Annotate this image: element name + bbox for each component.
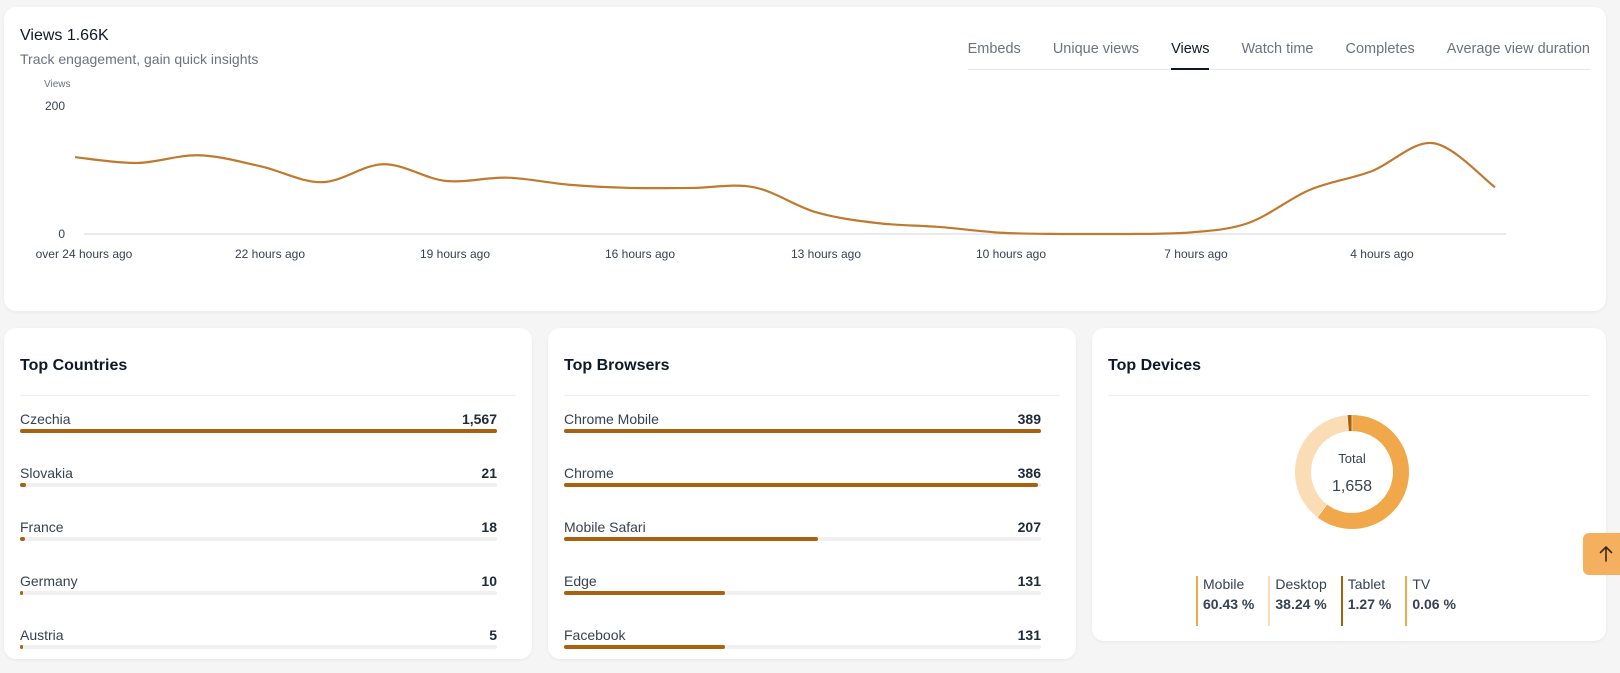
legend-item-mobile: Mobile 60.43 %: [1196, 576, 1254, 626]
progress-track: [564, 591, 1041, 595]
item-value: 21: [481, 465, 497, 481]
legend-item-desktop: Desktop 38.24 %: [1268, 576, 1326, 626]
donut-slice-desktop: [1295, 415, 1348, 517]
item-value: 389: [1018, 411, 1041, 427]
top-devices-panel: Top Devices Total1,658 Mobile 60.43 %Des…: [1092, 328, 1606, 641]
list-item: Austria 5: [20, 619, 497, 673]
scroll-to-top-button[interactable]: [1583, 533, 1620, 575]
item-label: Czechia: [20, 411, 71, 427]
list-item: Mobile Safari 207: [564, 511, 1041, 565]
browsers-list: Chrome Mobile 389 Chrome 386 Mobile Safa…: [564, 403, 1041, 673]
legend-value: 38.24 %: [1275, 596, 1326, 612]
x-tick-label: 10 hours ago: [976, 247, 1046, 261]
legend-label: Mobile: [1203, 576, 1254, 592]
y-tick-label: 0: [58, 227, 65, 241]
progress-fill: [20, 429, 497, 433]
item-label: Facebook: [564, 627, 625, 643]
views-line-chart: Views 0 200 over 24 hours ago 22 hours ago 19…: [4, 7, 1606, 311]
list-item: France 18: [20, 511, 497, 565]
progress-track: [20, 483, 497, 487]
series-line-views: [75, 143, 1495, 234]
progress-track: [564, 429, 1041, 433]
list-item: Facebook 131: [564, 619, 1041, 673]
list-item: Slovakia 21: [20, 457, 497, 511]
list-item: Chrome 386: [564, 457, 1041, 511]
divider: [20, 395, 516, 396]
progress-fill: [20, 645, 23, 649]
progress-fill: [564, 591, 725, 595]
donut-total-label: Total: [1338, 451, 1366, 466]
y-tick-label: 200: [45, 99, 65, 113]
progress-fill: [564, 429, 1041, 433]
x-tick-label: 16 hours ago: [605, 247, 675, 261]
x-tick-label: over 24 hours ago: [36, 247, 133, 261]
progress-fill: [20, 537, 25, 541]
list-item: Germany 10: [20, 565, 497, 619]
item-value: 207: [1018, 519, 1041, 535]
divider: [564, 395, 1060, 396]
progress-track: [564, 645, 1041, 649]
progress-track: [20, 645, 497, 649]
list-item: Edge 131: [564, 565, 1041, 619]
item-value: 131: [1018, 573, 1041, 589]
x-tick-label: 4 hours ago: [1350, 247, 1414, 261]
legend-label: Desktop: [1275, 576, 1326, 592]
legend-value: 60.43 %: [1203, 596, 1254, 612]
list-item: Czechia 1,567: [20, 403, 497, 457]
progress-fill: [20, 591, 23, 595]
panel-title: Top Browsers: [564, 357, 670, 375]
countries-list: Czechia 1,567 Slovakia 21 France 18 Germ…: [20, 403, 497, 673]
item-label: Chrome: [564, 465, 614, 481]
arrow-up-icon: [1598, 545, 1614, 563]
devices-legend: Mobile 60.43 % Desktop 38.24 % Tablet 1.27…: [1196, 576, 1470, 626]
progress-fill: [564, 537, 818, 541]
item-label: Slovakia: [20, 465, 73, 481]
legend-value: 1.27 %: [1348, 596, 1392, 612]
progress-track: [564, 537, 1041, 541]
item-label: Austria: [20, 627, 64, 643]
views-card: Views 1.66K Track engagement, gain quick…: [4, 7, 1606, 311]
x-tick-label: 13 hours ago: [791, 247, 861, 261]
item-value: 5: [489, 627, 497, 643]
item-value: 18: [481, 519, 497, 535]
item-label: Chrome Mobile: [564, 411, 659, 427]
item-label: Mobile Safari: [564, 519, 646, 535]
panel-title: Top Countries: [20, 357, 127, 375]
legend-label: TV: [1412, 576, 1456, 592]
item-label: Edge: [564, 573, 597, 589]
donut-slice-tablet: [1348, 415, 1352, 431]
item-label: France: [20, 519, 64, 535]
progress-track: [20, 537, 497, 541]
progress-fill: [564, 645, 725, 649]
progress-fill: [564, 483, 1038, 487]
item-value: 1,567: [462, 411, 497, 427]
legend-item-tablet: Tablet 1.27 %: [1341, 576, 1392, 626]
x-tick-label: 22 hours ago: [235, 247, 305, 261]
top-countries-panel: Top Countries Czechia 1,567 Slovakia 21 …: [4, 328, 532, 659]
item-value: 131: [1018, 627, 1041, 643]
list-item: Chrome Mobile 389: [564, 403, 1041, 457]
progress-fill: [20, 483, 26, 487]
legend-label: Tablet: [1348, 576, 1392, 592]
progress-track: [564, 483, 1041, 487]
legend-value: 0.06 %: [1412, 596, 1456, 612]
top-browsers-panel: Top Browsers Chrome Mobile 389 Chrome 38…: [548, 328, 1076, 659]
progress-track: [20, 429, 497, 433]
x-tick-label: 19 hours ago: [420, 247, 490, 261]
donut-total-value: 1,658: [1332, 478, 1372, 495]
item-value: 386: [1018, 465, 1041, 481]
legend-item-tv: TV 0.06 %: [1405, 576, 1456, 626]
item-value: 10: [481, 573, 497, 589]
y-axis-title: Views: [44, 79, 71, 90]
item-label: Germany: [20, 573, 78, 589]
progress-track: [20, 591, 497, 595]
x-tick-label: 7 hours ago: [1164, 247, 1228, 261]
